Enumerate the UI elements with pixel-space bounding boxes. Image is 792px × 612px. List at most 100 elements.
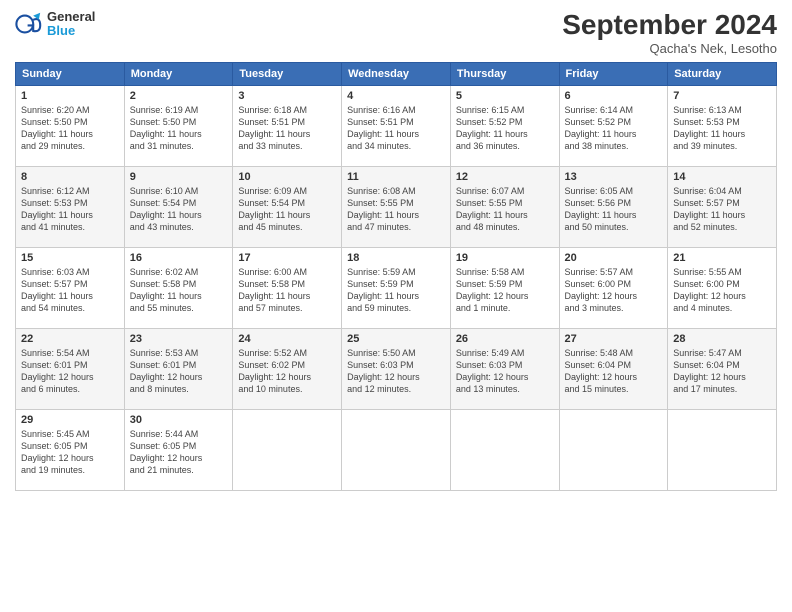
day-number: 13 [565,171,663,183]
day-number: 21 [673,252,771,264]
cell-info-line: Sunrise: 5:54 AM [21,347,119,359]
table-row: 14Sunrise: 6:04 AMSunset: 5:57 PMDayligh… [668,166,777,247]
col-wednesday: Wednesday [342,62,451,85]
cell-info-line: Sunset: 5:59 PM [456,278,554,290]
table-row: 2Sunrise: 6:19 AMSunset: 5:50 PMDaylight… [124,85,233,166]
col-friday: Friday [559,62,668,85]
table-row: 30Sunrise: 5:44 AMSunset: 6:05 PMDayligh… [124,409,233,490]
table-row: 5Sunrise: 6:15 AMSunset: 5:52 PMDaylight… [450,85,559,166]
cell-info-line: Daylight: 12 hours [347,371,445,383]
cell-info-line: Sunset: 5:50 PM [130,116,228,128]
cell-info-line: Sunset: 5:58 PM [130,278,228,290]
logo-icon [15,10,43,38]
cell-info-line: Sunrise: 6:19 AM [130,104,228,116]
table-row: 22Sunrise: 5:54 AMSunset: 6:01 PMDayligh… [16,328,125,409]
cell-info-line: Sunrise: 5:59 AM [347,266,445,278]
cell-info-line: Daylight: 11 hours [130,290,228,302]
day-number: 6 [565,90,663,102]
cell-info-line: and 55 minutes. [130,302,228,314]
day-number: 26 [456,333,554,345]
cell-info-line: Sunrise: 6:07 AM [456,185,554,197]
cell-info-line: Sunrise: 5:47 AM [673,347,771,359]
cell-info-line: Daylight: 11 hours [130,128,228,140]
cell-info-line: Sunrise: 5:50 AM [347,347,445,359]
cell-info-line: Sunrise: 6:08 AM [347,185,445,197]
table-row: 9Sunrise: 6:10 AMSunset: 5:54 PMDaylight… [124,166,233,247]
day-number: 7 [673,90,771,102]
header: General Blue September 2024 Qacha's Nek,… [15,10,777,56]
page: General Blue September 2024 Qacha's Nek,… [0,0,792,612]
cell-info-line: and 17 minutes. [673,383,771,395]
cell-info-line: Sunrise: 5:45 AM [21,428,119,440]
day-number: 19 [456,252,554,264]
cell-info-line: and 45 minutes. [238,221,336,233]
table-row: 29Sunrise: 5:45 AMSunset: 6:05 PMDayligh… [16,409,125,490]
cell-info-line: and 13 minutes. [456,383,554,395]
cell-info-line: Daylight: 11 hours [456,128,554,140]
col-thursday: Thursday [450,62,559,85]
cell-info-line: Sunrise: 6:14 AM [565,104,663,116]
cell-info-line: Daylight: 12 hours [565,290,663,302]
day-number: 20 [565,252,663,264]
table-row: 11 Sunrise: 6:08 AMSunset: 5:55 PMDayligh… [342,166,451,247]
cell-info-line: and 6 minutes. [21,383,119,395]
day-number: 4 [347,90,445,102]
table-row: 8Sunrise: 6:12 AMSunset: 5:53 PMDaylight… [16,166,125,247]
cell-info-line: Daylight: 11 hours [347,209,445,221]
calendar-week-row: 8Sunrise: 6:12 AMSunset: 5:53 PMDaylight… [16,166,777,247]
cell-info-line: Sunrise: 6:02 AM [130,266,228,278]
cell-info-line: and 39 minutes. [673,140,771,152]
day-number: 25 [347,333,445,345]
cell-info-line: Sunrise: 6:15 AM [456,104,554,116]
cell-info-line: and 47 minutes. [347,221,445,233]
cell-info-line: Daylight: 12 hours [130,452,228,464]
table-row [450,409,559,490]
cell-info-line: Daylight: 11 hours [673,128,771,140]
cell-info-line: and 50 minutes. [565,221,663,233]
cell-info-line: Sunset: 6:05 PM [21,440,119,452]
calendar-table: Sunday Monday Tuesday Wednesday Thursday… [15,62,777,491]
table-row: 18Sunrise: 5:59 AMSunset: 5:59 PMDayligh… [342,247,451,328]
cell-info-line: Sunset: 6:00 PM [673,278,771,290]
day-number: 10 [238,171,336,183]
table-row [233,409,342,490]
cell-info-line: and 12 minutes. [347,383,445,395]
month-title: September 2024 [562,10,777,41]
cell-info-line: Sunrise: 6:20 AM [21,104,119,116]
cell-info-line: Sunrise: 6:13 AM [673,104,771,116]
cell-info-line: and 15 minutes. [565,383,663,395]
table-row: 24Sunrise: 5:52 AMSunset: 6:02 PMDayligh… [233,328,342,409]
location: Qacha's Nek, Lesotho [562,41,777,56]
cell-info-line: Sunset: 5:55 PM [347,197,445,209]
cell-info-line: Sunset: 5:51 PM [347,116,445,128]
table-row: 23Sunrise: 5:53 AMSunset: 6:01 PMDayligh… [124,328,233,409]
day-number: 9 [130,171,228,183]
cell-info-line: and 1 minute. [456,302,554,314]
cell-info-line: Daylight: 12 hours [238,371,336,383]
day-number: 8 [21,171,119,183]
table-row: 20Sunrise: 5:57 AMSunset: 6:00 PMDayligh… [559,247,668,328]
cell-info-line: Sunset: 5:53 PM [673,116,771,128]
cell-info-line: Sunset: 6:04 PM [565,359,663,371]
cell-info-line: Sunset: 5:52 PM [456,116,554,128]
cell-info-line: and 38 minutes. [565,140,663,152]
cell-info-line: Sunrise: 5:48 AM [565,347,663,359]
day-number: 28 [673,333,771,345]
cell-info-line: Daylight: 11 hours [347,128,445,140]
day-number: 11 [347,171,445,183]
day-number: 23 [130,333,228,345]
day-number: 27 [565,333,663,345]
cell-info-line: and 10 minutes. [238,383,336,395]
table-row: 7 Sunrise: 6:13 AMSunset: 5:53 PMDaylight… [668,85,777,166]
day-number: 22 [21,333,119,345]
cell-info-line: Daylight: 11 hours [673,209,771,221]
cell-info-line: Sunrise: 5:58 AM [456,266,554,278]
cell-info-line: Sunset: 5:50 PM [21,116,119,128]
table-row: 26Sunrise: 5:49 AMSunset: 6:03 PMDayligh… [450,328,559,409]
cell-info-line: and 19 minutes. [21,464,119,476]
table-row: 15Sunrise: 6:03 AMSunset: 5:57 PMDayligh… [16,247,125,328]
cell-info-line: Daylight: 11 hours [347,290,445,302]
cell-info-line: Daylight: 12 hours [130,371,228,383]
cell-info-line: and 33 minutes. [238,140,336,152]
table-row: 12Sunrise: 6:07 AMSunset: 5:55 PMDayligh… [450,166,559,247]
